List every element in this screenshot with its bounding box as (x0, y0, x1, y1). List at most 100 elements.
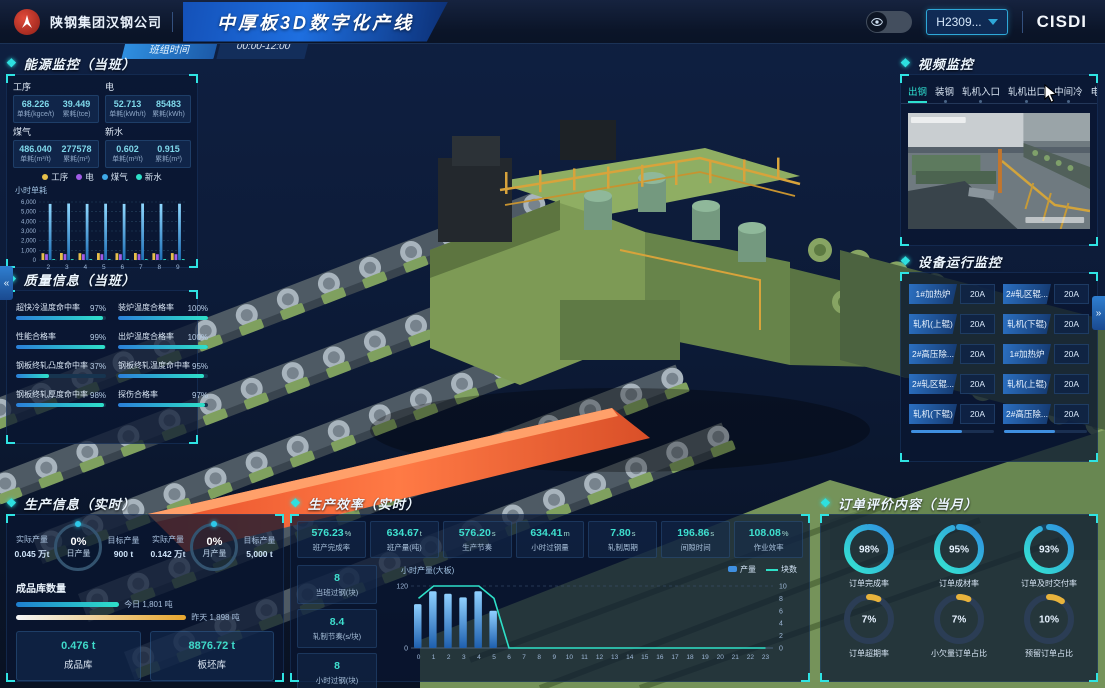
efficiency-card-label: 轧制周期 (590, 542, 655, 553)
equipment-value: 20A (960, 284, 995, 304)
efficiency-card: 108.08%作业效率 (734, 521, 803, 558)
equipment-row[interactable]: 轧机(下辊)20A (1003, 314, 1089, 334)
page-title: 中厚板3D数字化产线 (183, 2, 448, 42)
corner-bracket (6, 514, 15, 523)
corner-bracket (820, 514, 829, 523)
svg-text:1,000: 1,000 (21, 248, 37, 254)
energy-group: 电52.713单耗(kWh/t)85483累耗(kWh) (105, 79, 191, 123)
equipment-row[interactable]: 1#加热炉20A (1003, 344, 1089, 364)
inventory-bar-fill (16, 615, 186, 620)
corner-bracket (6, 435, 15, 444)
diamond-icon: ❖ (6, 56, 18, 70)
equipment-row[interactable]: 轧机(上辊)20A (1003, 374, 1089, 394)
video-tab[interactable]: 中间冷 (1054, 84, 1083, 103)
corner-bracket (189, 74, 198, 83)
svg-text:5,000: 5,000 (21, 210, 37, 216)
equipment-row[interactable]: 轧机(上辊)20A (909, 314, 995, 334)
video-feed[interactable] (908, 113, 1090, 229)
quality-item-value: 37% (90, 362, 106, 371)
equipment-row[interactable]: 2#高压除...20A (909, 344, 995, 364)
efficiency-side-card: 8小时过钢(块) (297, 653, 377, 688)
quality-progress-track (118, 316, 208, 320)
equipment-row[interactable]: 2#轧区辊...20A (1003, 284, 1089, 304)
efficiency-card-value: 8 (299, 660, 375, 672)
svg-text:20: 20 (717, 654, 725, 661)
device-dropdown[interactable]: H2309... (926, 9, 1007, 35)
quality-progress-fill (16, 345, 105, 349)
video-tab[interactable]: 出钢 (908, 84, 927, 103)
svg-text:3: 3 (462, 654, 466, 661)
energy-stat: 486.040单耗(m³/t) (15, 144, 56, 164)
order-donut: 98% 订单完成率 (825, 520, 913, 589)
efficiency-card: 576.20s生产节奏 (443, 521, 512, 558)
device-dropdown-value: H2309... (936, 15, 981, 29)
svg-text:10%: 10% (1039, 615, 1059, 626)
svg-text:7%: 7% (862, 615, 877, 626)
panel-equipment: ❖设备运行监控 1#加热炉20A2#轧区辊...20A轧机(上辊)20A轧机(下… (900, 252, 1098, 462)
equipment-label: 2#轧区辊... (1003, 284, 1051, 304)
quality-item-top: 性能合格率99% (16, 331, 106, 342)
legend-item: 煤气 (102, 171, 128, 183)
quality-item-label: 钢板终轧厚度命中率 (16, 389, 88, 400)
quality-progress-fill (16, 403, 104, 407)
order-donut-label: 预留订单占比 (1025, 648, 1073, 659)
svg-text:14: 14 (626, 654, 634, 661)
quality-progress-fill (16, 316, 103, 320)
efficiency-card-unit: t (420, 529, 422, 538)
efficiency-card: 634.67t班产量(吨) (370, 521, 439, 558)
svg-text:5: 5 (492, 654, 496, 661)
quality-item-label: 探伤合格率 (118, 389, 158, 400)
quality-item-top: 钢板终轧厚度命中率98% (16, 389, 106, 400)
equipment-row[interactable]: 1#加热炉20A (909, 284, 995, 304)
energy-group: 工序68.226单耗(kgce/t)39.449累耗(tce) (13, 79, 99, 123)
equipment-value: 20A (1054, 344, 1089, 364)
energy-chart-legend: 工序电煤气新水 (7, 168, 197, 183)
svg-text:0: 0 (33, 258, 37, 264)
quality-item-value: 100% (188, 333, 208, 342)
scrollbar[interactable] (1004, 430, 1087, 433)
video-tab[interactable]: 电动热 (1091, 84, 1097, 103)
efficiency-card-label: 班产完成率 (299, 542, 364, 553)
quality-item-top: 探伤合格率 97% (118, 389, 208, 400)
energy-stat-label: 单耗(kgce/t) (15, 109, 56, 119)
visibility-toggle[interactable] (866, 11, 912, 33)
monthly-output-ring: 0% 月产量 (190, 523, 238, 571)
order-donut: 10% 预留订单占比 (1005, 590, 1093, 659)
diamond-icon: ❖ (6, 496, 18, 510)
diamond-icon: ❖ (820, 496, 832, 510)
energy-stat-value: 85483 (148, 99, 189, 109)
dashboard-root: 陕钢集团汉钢公司 中厚板3D数字化产线 H2309... CISDI ❖能源监控… (0, 0, 1105, 688)
corner-bracket (900, 272, 909, 281)
efficiency-card-label: 轧制节奏(s/块) (299, 631, 375, 642)
video-tab[interactable]: 装钢 (935, 84, 954, 103)
energy-stat-label: 累耗(tce) (56, 109, 97, 119)
order-donut: 7% 小欠量订单占比 (915, 590, 1003, 659)
video-tab[interactable]: 轧机出口 (1008, 84, 1046, 103)
equipment-row[interactable]: 2#轧区辊...20A (909, 374, 995, 394)
monthly-output-group: 实际产量0.142 万t 0% 月产量 目标产量5,000 t (145, 523, 281, 571)
efficiency-card: 7.80s轧制周期 (588, 521, 657, 558)
legend-dot-icon (42, 174, 48, 180)
inventory-bar-label: 今日 1,801 吨 (124, 599, 172, 610)
quality-item: 装炉温度合格率100% (118, 302, 208, 320)
svg-text:15: 15 (641, 654, 649, 661)
equipment-row[interactable]: 2#高压除...20A (1003, 404, 1089, 424)
panel-orders: ❖订单评价内容（当月） 98% 订单完成率 95% 订单成材率 93% 订单及时… (820, 494, 1098, 682)
quality-item: 钢板终轧厚度命中率98% (16, 389, 106, 407)
collapse-right-button[interactable]: » (1092, 296, 1105, 330)
scrollbar[interactable] (911, 430, 994, 433)
video-tab[interactable]: 轧机入口 (962, 84, 1000, 103)
quality-progress-track (16, 345, 106, 349)
svg-text:120: 120 (396, 584, 408, 591)
equipment-value: 20A (1054, 404, 1089, 424)
efficiency-card-unit: s (492, 529, 496, 538)
collapse-left-button[interactable]: « (0, 266, 13, 300)
energy-group: 新水0.602单耗(m³/t)0.915累耗(m³) (105, 124, 191, 168)
energy-stat-label: 累耗(kWh) (148, 109, 189, 119)
corner-bracket (290, 673, 299, 682)
equipment-value: 20A (1054, 284, 1089, 304)
equipment-row[interactable]: 轧机(下辊)20A (909, 404, 995, 424)
corner-bracket (189, 290, 198, 299)
corner-bracket (189, 435, 198, 444)
quality-item-value: 97% (192, 391, 208, 400)
